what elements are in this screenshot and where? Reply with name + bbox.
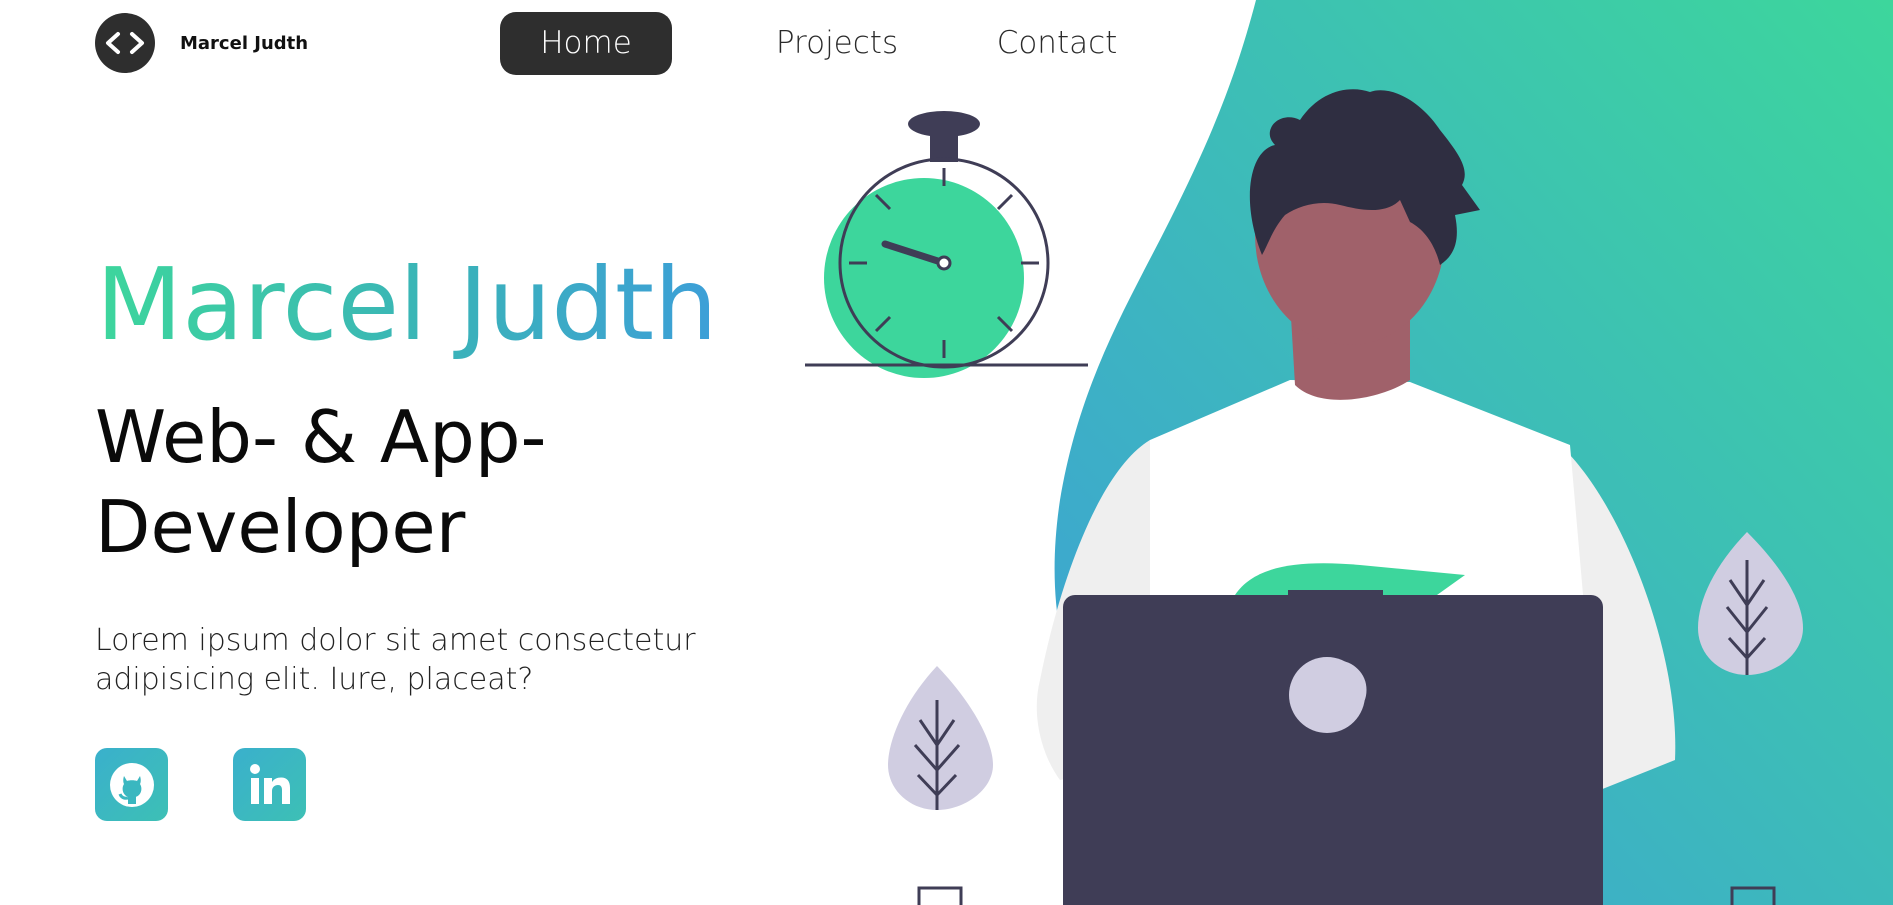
- logo-name: Marcel Judth: [180, 32, 309, 54]
- hero-role-line1: Web- & App-: [95, 395, 547, 479]
- stopwatch-icon: [805, 111, 1088, 378]
- leaf-plant-left: [888, 666, 993, 810]
- linkedin-link[interactable]: [233, 748, 306, 821]
- leaf-plant-right: [1698, 532, 1803, 675]
- hero-role: Web- & App- Developer: [95, 392, 695, 572]
- hero-name: Marcel Judth: [96, 246, 718, 363]
- hero-description: Lorem ipsum dolor sit amet consectetur a…: [95, 623, 696, 697]
- nav-contact-link[interactable]: Contact: [992, 12, 1122, 75]
- github-icon: [109, 762, 154, 807]
- linkedin-icon: [249, 763, 290, 804]
- github-link[interactable]: [95, 748, 168, 821]
- code-icon: [95, 13, 155, 73]
- nav-projects-link[interactable]: Projects: [767, 12, 907, 75]
- nav-home-link[interactable]: Home: [500, 12, 672, 75]
- main-navigation: Home Projects Contact: [500, 12, 1122, 75]
- site-logo[interactable]: Marcel Judth: [95, 13, 308, 73]
- laptop-icon: [1063, 590, 1603, 905]
- hero-role-line2: Developer: [95, 485, 466, 569]
